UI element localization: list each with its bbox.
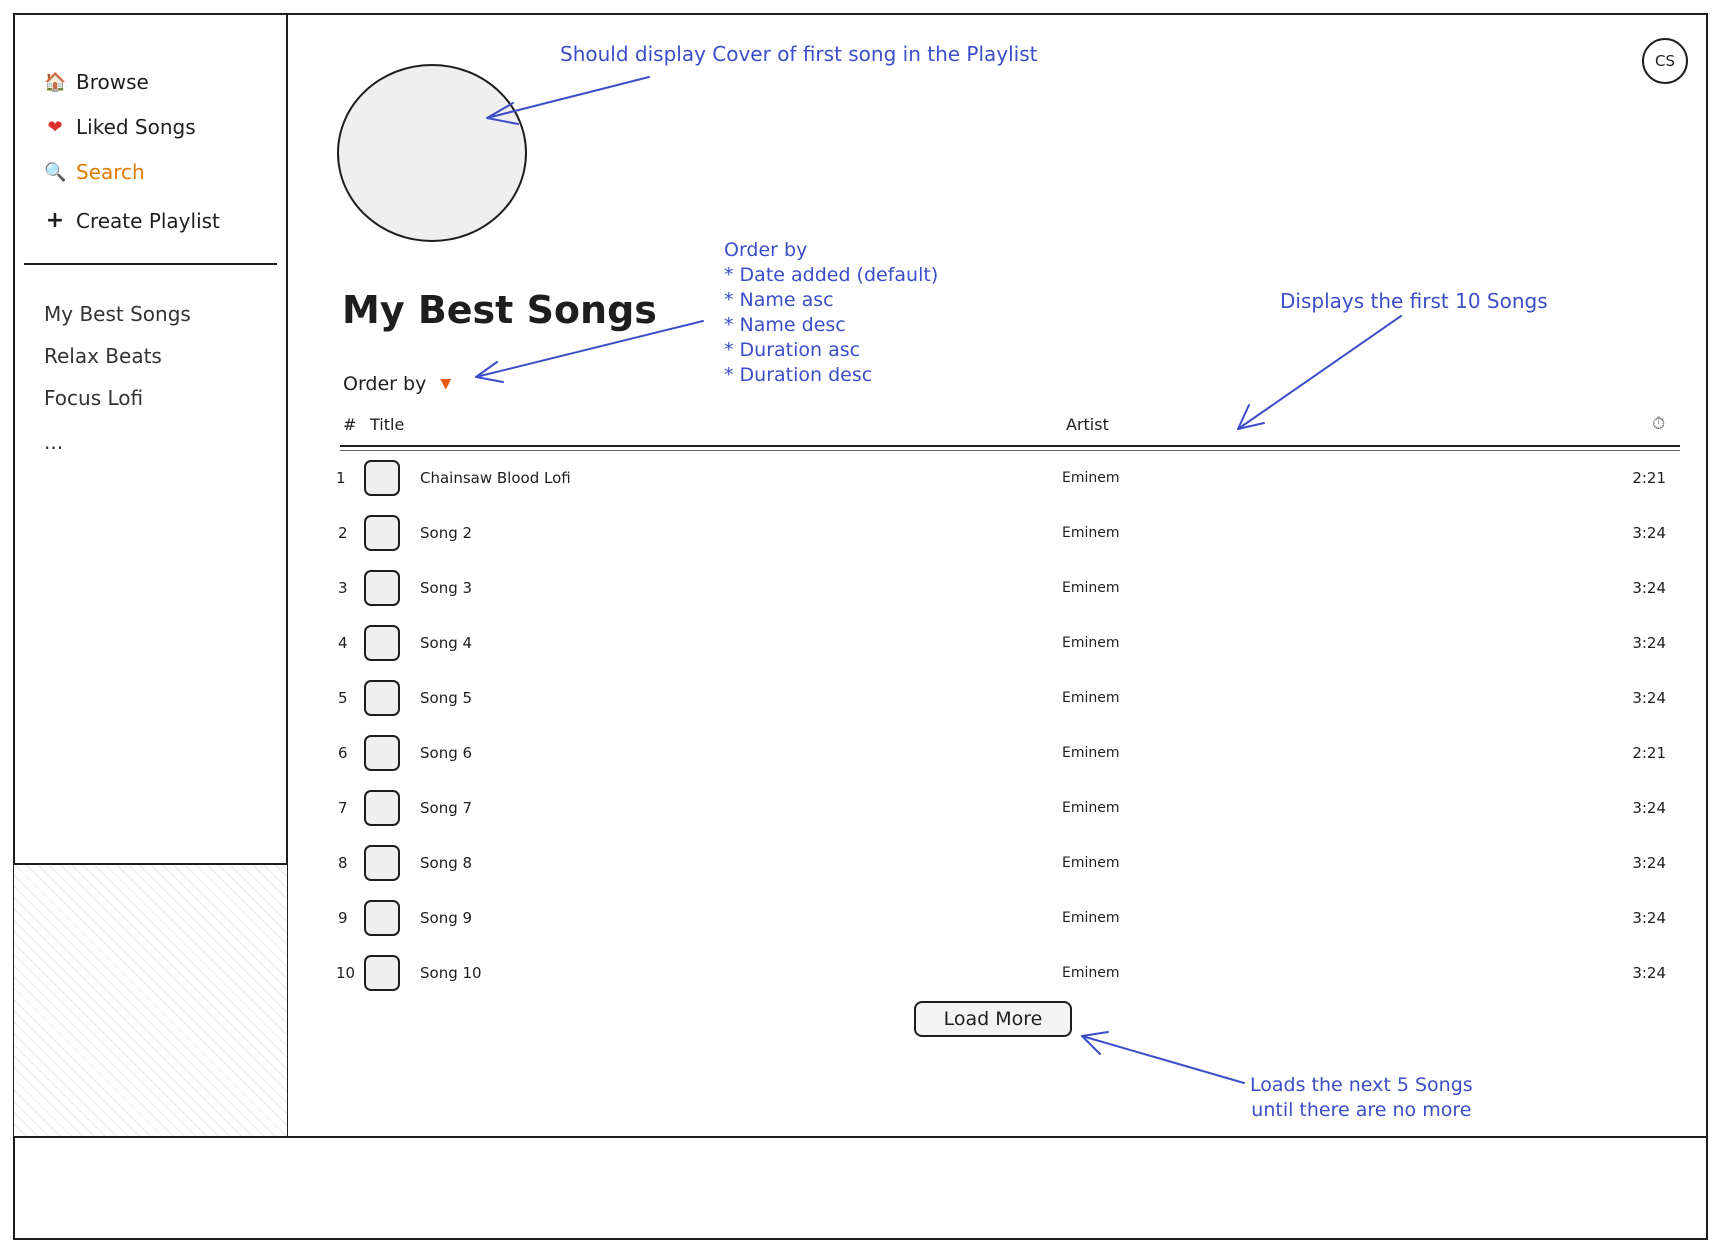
order-arrow	[475, 320, 704, 383]
first10-arrow	[1237, 315, 1402, 430]
annotation-load-more: Loads the next 5 Songs until there are n…	[1250, 1073, 1473, 1123]
annotation-order-option-text: Duration desc	[739, 364, 873, 386]
annotation-order-option: * Duration desc	[724, 364, 873, 386]
cover-arrow	[486, 76, 650, 125]
annotation-order-option: * Duration asc	[724, 339, 861, 361]
annotation-order-option-text: Duration asc	[739, 339, 861, 361]
annotation-order-option-text: Name asc	[739, 289, 834, 311]
annotation-order-option: * Name desc	[724, 314, 846, 336]
annotation-order-title: Order by	[724, 239, 808, 261]
annotation-order-option: * Date added (default)	[724, 264, 939, 286]
annotation-cover: Should display Cover of first song in th…	[560, 42, 1038, 66]
annotation-load-more-line2: until there are no more	[1251, 1099, 1472, 1121]
annotation-order-option-text: Name desc	[739, 314, 846, 336]
load-more-arrow	[1081, 1031, 1245, 1084]
annotation-first-10: Displays the first 10 Songs	[1280, 289, 1548, 313]
annotation-order-option-text: Date added (default)	[739, 264, 939, 286]
annotation-load-more-line1: Loads the next 5 Songs	[1250, 1074, 1473, 1096]
annotation-order-by: Order by * Date added (default) * Name a…	[724, 238, 938, 388]
annotation-arrows	[475, 76, 1402, 1084]
annotation-order-option: * Name asc	[724, 289, 834, 311]
